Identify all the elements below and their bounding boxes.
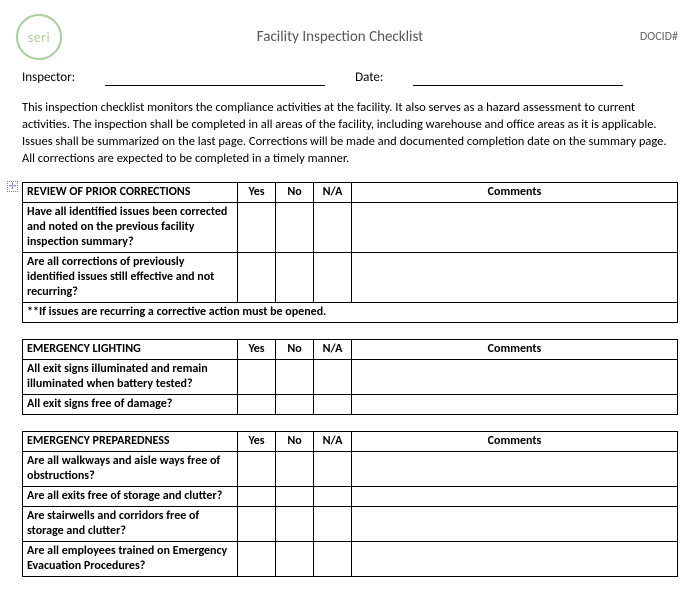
checklist-table: EMERGENCY PREPAREDNESSYesNoN/AComments Ar… (22, 431, 678, 577)
cell-yes[interactable] (238, 506, 276, 541)
cell-yes[interactable] (238, 394, 276, 414)
table-row: Are all corrections of previously identi… (23, 252, 678, 302)
question-cell: All exit signs free of damage? (23, 394, 238, 414)
section-heading: EMERGENCY LIGHTING (23, 339, 238, 359)
cell-yes[interactable] (238, 541, 276, 576)
inspector-label: Inspector: (22, 70, 75, 86)
section-wrap: EMERGENCY LIGHTINGYesNoN/AComments All ex… (22, 339, 678, 415)
note-cell: **If issues are recurring a corrective a… (23, 302, 678, 322)
table-row: All exit signs free of damage? (23, 394, 678, 414)
cell-no[interactable] (276, 451, 314, 486)
cell-na[interactable] (314, 202, 352, 252)
col-no: No (276, 182, 314, 202)
cell-comments[interactable] (352, 252, 678, 302)
col-yes: Yes (238, 339, 276, 359)
question-cell: Are all exits free of storage and clutte… (23, 486, 238, 506)
logo: seri (16, 14, 62, 60)
col-na: N/A (314, 182, 352, 202)
cell-comments[interactable] (352, 359, 678, 394)
cell-na[interactable] (314, 451, 352, 486)
col-na: N/A (314, 339, 352, 359)
inspector-input[interactable] (105, 70, 325, 86)
section-heading: REVIEW OF PRIOR CORRECTIONS (23, 182, 238, 202)
cell-no[interactable] (276, 506, 314, 541)
cell-yes[interactable] (238, 486, 276, 506)
col-yes: Yes (238, 182, 276, 202)
cell-no[interactable] (276, 394, 314, 414)
cell-no[interactable] (276, 202, 314, 252)
table-row: All exit signs illuminated and remain il… (23, 359, 678, 394)
table-anchor-icon: ✢ (7, 181, 18, 192)
cell-yes[interactable] (238, 252, 276, 302)
table-row: Have all identified issues been correcte… (23, 202, 678, 252)
col-comments: Comments (352, 339, 678, 359)
col-comments: Comments (352, 182, 678, 202)
question-cell: All exit signs illuminated and remain il… (23, 359, 238, 394)
page-header: seri Facility Inspection Checklist DOCID… (22, 14, 678, 60)
checklist-table: REVIEW OF PRIOR CORRECTIONSYesNoN/AComme… (22, 182, 678, 323)
cell-na[interactable] (314, 394, 352, 414)
question-cell: Are all employees trained on Emergency E… (23, 541, 238, 576)
section-wrap: ✢REVIEW OF PRIOR CORRECTIONSYesNoN/AComm… (22, 182, 678, 323)
cell-comments[interactable] (352, 486, 678, 506)
cell-na[interactable] (314, 252, 352, 302)
cell-no[interactable] (276, 359, 314, 394)
cell-na[interactable] (314, 359, 352, 394)
col-na: N/A (314, 431, 352, 451)
meta-row: Inspector: Date: (22, 70, 678, 86)
docid-label: DOCID# (618, 30, 678, 44)
cell-comments[interactable] (352, 202, 678, 252)
cell-na[interactable] (314, 486, 352, 506)
date-label: Date: (355, 70, 383, 86)
col-yes: Yes (238, 431, 276, 451)
cell-comments[interactable] (352, 506, 678, 541)
question-cell: Are all walkways and aisle ways free of … (23, 451, 238, 486)
checklist-table: EMERGENCY LIGHTINGYesNoN/AComments All ex… (22, 339, 678, 415)
table-row: Are all walkways and aisle ways free of … (23, 451, 678, 486)
question-cell: Have all identified issues been correcte… (23, 202, 238, 252)
section-wrap: EMERGENCY PREPAREDNESSYesNoN/AComments Ar… (22, 431, 678, 577)
cell-comments[interactable] (352, 451, 678, 486)
cell-no[interactable] (276, 486, 314, 506)
cell-yes[interactable] (238, 359, 276, 394)
col-no: No (276, 431, 314, 451)
cell-yes[interactable] (238, 202, 276, 252)
table-row: Are all exits free of storage and clutte… (23, 486, 678, 506)
section-heading: EMERGENCY PREPAREDNESS (23, 431, 238, 451)
cell-yes[interactable] (238, 451, 276, 486)
note-row: **If issues are recurring a corrective a… (23, 302, 678, 322)
question-cell: Are stairwells and corridors free of sto… (23, 506, 238, 541)
table-row: Are all employees trained on Emergency E… (23, 541, 678, 576)
page-title: Facility Inspection Checklist (62, 28, 618, 46)
col-comments: Comments (352, 431, 678, 451)
question-cell: Are all corrections of previously identi… (23, 252, 238, 302)
cell-no[interactable] (276, 541, 314, 576)
cell-na[interactable] (314, 541, 352, 576)
table-row: Are stairwells and corridors free of sto… (23, 506, 678, 541)
description-text: This inspection checklist monitors the c… (22, 100, 678, 168)
cell-comments[interactable] (352, 394, 678, 414)
cell-na[interactable] (314, 506, 352, 541)
col-no: No (276, 339, 314, 359)
date-input[interactable] (413, 70, 623, 86)
cell-comments[interactable] (352, 541, 678, 576)
cell-no[interactable] (276, 252, 314, 302)
